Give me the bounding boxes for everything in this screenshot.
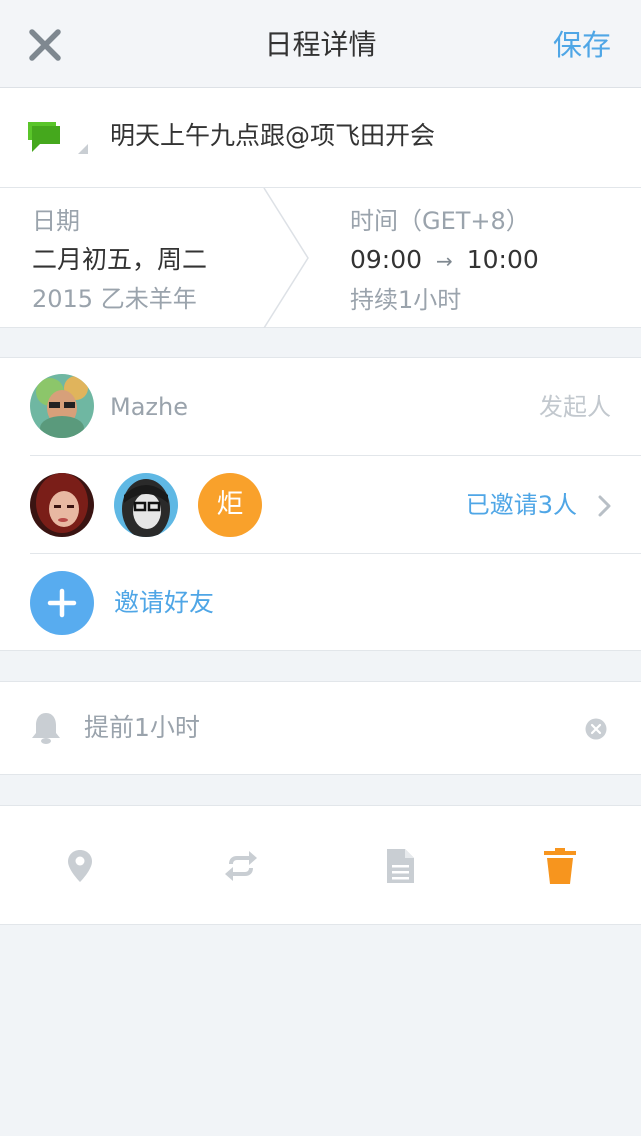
organizer-role: 发起人 xyxy=(539,393,611,421)
date-block[interactable]: 日期 二月初五，周二 2015 乙未羊年 xyxy=(32,202,207,318)
time-range: 09:00 → 10:00 xyxy=(350,240,539,281)
avatar-image xyxy=(114,473,178,537)
action-toolbar xyxy=(0,805,641,925)
divider xyxy=(30,455,641,456)
invitee-avatar-initial[interactable]: 炬 xyxy=(198,473,262,537)
chevron-right-icon[interactable] xyxy=(597,494,613,518)
arrow-right-icon: → xyxy=(436,249,453,273)
organizer-avatar[interactable] xyxy=(30,374,94,438)
event-title-row[interactable]: 明天上午九点跟@项飞田开会 xyxy=(0,88,641,188)
date-time-row: 日期 二月初五，周二 2015 乙未羊年 时间（GET+8） 09:00 → 1… xyxy=(0,188,641,328)
reminder-row[interactable]: 提前1小时 xyxy=(0,681,641,775)
location-pin-icon[interactable] xyxy=(60,846,100,886)
time-block[interactable]: 时间（GET+8） 09:00 → 10:00 持续1小时 xyxy=(350,202,539,319)
organizer-name: Mazhe xyxy=(110,393,188,421)
invitee-avatar[interactable] xyxy=(30,473,94,537)
time-duration: 持续1小时 xyxy=(350,286,462,314)
time-label: 时间（GET+8） xyxy=(350,207,530,235)
invite-friend-label[interactable]: 邀请好友 xyxy=(114,585,214,621)
repeat-icon[interactable] xyxy=(221,846,261,886)
plus-icon xyxy=(47,588,77,618)
save-button[interactable]: 保存 xyxy=(553,26,611,64)
avatar-image xyxy=(30,473,94,537)
invite-friend-button[interactable] xyxy=(30,571,94,635)
note-icon[interactable] xyxy=(380,846,420,886)
invitee-avatar[interactable] xyxy=(114,473,178,537)
date-label: 日期 xyxy=(32,207,80,235)
navigation-bar: 日程详情 保存 xyxy=(0,0,641,88)
avatar-image xyxy=(30,374,94,438)
reminder-text: 提前1小时 xyxy=(84,713,200,742)
bell-icon xyxy=(32,713,60,744)
participants-section: Mazhe 发起人 炬 已邀请3人 邀请好友 xyxy=(0,357,641,651)
date-lunar: 二月初五，周二 xyxy=(32,245,208,274)
time-end: 10:00 xyxy=(466,245,539,274)
date-year: 2015 乙未羊年 xyxy=(32,285,197,313)
invited-count-link[interactable]: 已邀请3人 xyxy=(466,488,577,522)
event-title[interactable]: 明天上午九点跟@项飞田开会 xyxy=(110,118,435,154)
time-start: 09:00 xyxy=(350,245,423,274)
divider xyxy=(30,553,641,554)
trash-icon[interactable] xyxy=(540,846,580,886)
page-title: 日程详情 xyxy=(264,28,377,61)
clear-icon[interactable] xyxy=(585,718,607,740)
chat-bubble-icon xyxy=(28,122,88,154)
chevron-divider xyxy=(263,188,309,328)
